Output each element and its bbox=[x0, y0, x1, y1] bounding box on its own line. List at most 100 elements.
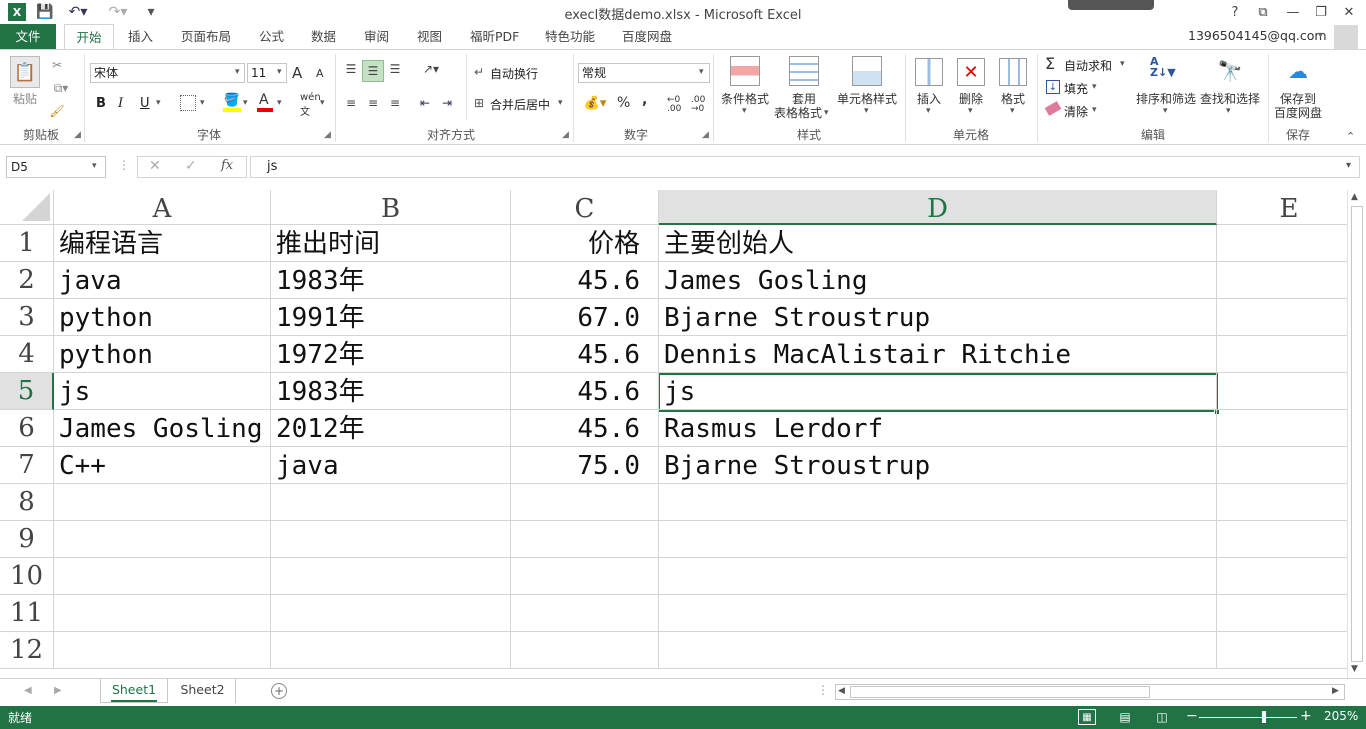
fill-color-icon[interactable]: 🪣 bbox=[223, 93, 241, 108]
scroll-right-icon[interactable]: ▶ bbox=[1332, 686, 1339, 696]
align-middle-icon[interactable]: ☰ bbox=[362, 60, 384, 82]
normal-view-icon[interactable]: ▦ bbox=[1078, 709, 1096, 725]
cell-e4[interactable] bbox=[1217, 336, 1347, 373]
bold-button[interactable]: B bbox=[96, 96, 106, 111]
italic-button[interactable]: I bbox=[118, 96, 123, 111]
cell-c8[interactable] bbox=[511, 484, 659, 521]
number-launcher-icon[interactable]: ◢ bbox=[702, 130, 709, 140]
comma-style-button[interactable]: , bbox=[642, 92, 647, 108]
decrease-indent-icon[interactable]: ⇤ bbox=[416, 94, 434, 112]
prev-sheet-icon[interactable]: ◀ bbox=[24, 685, 32, 696]
cell-b8[interactable] bbox=[271, 484, 511, 521]
format-as-table-line2[interactable]: 表格格式 bbox=[772, 106, 824, 120]
cell-d5[interactable]: js bbox=[659, 373, 1217, 410]
underline-dropdown-icon[interactable]: ▾ bbox=[156, 98, 161, 108]
vertical-scroll-thumb[interactable] bbox=[1351, 206, 1363, 662]
phonetic-dropdown-icon[interactable]: ▾ bbox=[320, 98, 325, 108]
column-header-d[interactable]: D bbox=[659, 190, 1217, 225]
horizontal-scrollbar[interactable]: ◀ ▶ bbox=[835, 684, 1345, 700]
align-center-icon[interactable]: ≡ bbox=[364, 94, 382, 112]
cell-d11[interactable] bbox=[659, 595, 1217, 632]
number-format-select[interactable]: 常规 bbox=[578, 63, 710, 83]
cell-styles-dropdown-icon[interactable]: ▾ bbox=[864, 106, 869, 116]
tab-foxit-pdf[interactable]: 福昕PDF bbox=[464, 24, 525, 49]
cell-b1[interactable]: 推出时间 bbox=[271, 225, 511, 262]
cell-b2[interactable]: 1983年 bbox=[271, 262, 511, 299]
row-header-11[interactable]: 11 bbox=[0, 595, 54, 632]
zoom-out-icon[interactable]: − bbox=[1186, 708, 1198, 724]
name-box[interactable]: D5 bbox=[6, 156, 106, 178]
cell-a4[interactable]: python bbox=[54, 336, 271, 373]
format-cells-icon[interactable] bbox=[999, 58, 1027, 86]
cell-e3[interactable] bbox=[1217, 299, 1347, 336]
cell-c2[interactable]: 45.6 bbox=[511, 262, 659, 299]
column-header-e[interactable]: E bbox=[1217, 190, 1347, 225]
sort-filter-dropdown-icon[interactable]: ▾ bbox=[1163, 106, 1168, 116]
font-color-dropdown-icon[interactable]: ▾ bbox=[277, 98, 282, 108]
paste-button[interactable]: 粘贴 bbox=[10, 92, 40, 106]
cell-e7[interactable] bbox=[1217, 447, 1347, 484]
close-icon[interactable]: ✕ bbox=[1336, 2, 1362, 22]
cell-b6[interactable]: 2012年 bbox=[271, 410, 511, 447]
name-box-dropdown-icon[interactable]: ▾ bbox=[92, 161, 97, 171]
font-color-button[interactable]: A bbox=[259, 92, 269, 108]
row-header-4[interactable]: 4 bbox=[0, 336, 54, 373]
row-header-10[interactable]: 10 bbox=[0, 558, 54, 595]
save-to-baidu-line2[interactable]: 百度网盘 bbox=[1270, 106, 1326, 120]
percent-style-button[interactable]: % bbox=[617, 95, 630, 111]
select-all-corner[interactable] bbox=[0, 190, 54, 225]
tab-review[interactable]: 审阅 bbox=[358, 24, 395, 49]
tab-features[interactable]: 特色功能 bbox=[539, 24, 601, 49]
find-select-icon[interactable]: 🔭 bbox=[1216, 58, 1244, 84]
collapse-ribbon-icon[interactable]: ⌃ bbox=[1346, 130, 1355, 143]
increase-indent-icon[interactable]: ⇥ bbox=[438, 94, 456, 112]
font-name-select[interactable]: 宋体 bbox=[90, 63, 245, 83]
column-header-c[interactable]: C bbox=[511, 190, 659, 225]
cell-b4[interactable]: 1972年 bbox=[271, 336, 511, 373]
cell-c4[interactable]: 45.6 bbox=[511, 336, 659, 373]
tab-page-layout[interactable]: 页面布局 bbox=[175, 24, 237, 49]
row-header-1[interactable]: 1 bbox=[0, 225, 54, 262]
cell-c10[interactable] bbox=[511, 558, 659, 595]
tab-splitter-icon[interactable]: ⋮ bbox=[817, 683, 829, 697]
cell-b7[interactable]: java bbox=[271, 447, 511, 484]
toolbar-handle[interactable] bbox=[1068, 0, 1154, 10]
tab-file[interactable]: 文件 bbox=[0, 24, 56, 49]
fill-button[interactable]: 填充 bbox=[1064, 80, 1088, 97]
cell-a3[interactable]: python bbox=[54, 299, 271, 336]
font-launcher-icon[interactable]: ◢ bbox=[324, 130, 331, 140]
add-sheet-icon[interactable]: + bbox=[271, 683, 287, 699]
wrap-text-icon[interactable]: ↵ bbox=[471, 64, 487, 80]
cancel-icon[interactable]: ✕ bbox=[149, 158, 161, 174]
vertical-scrollbar[interactable]: ▲ ▼ bbox=[1347, 190, 1366, 678]
cell-d12[interactable] bbox=[659, 632, 1217, 669]
tab-insert[interactable]: 插入 bbox=[122, 24, 159, 49]
cell-a10[interactable] bbox=[54, 558, 271, 595]
format-cells-button[interactable]: 格式 bbox=[996, 92, 1030, 106]
account-email[interactable]: 1396504145@qq.com bbox=[1188, 28, 1327, 43]
cell-c11[interactable] bbox=[511, 595, 659, 632]
cell-d9[interactable] bbox=[659, 521, 1217, 558]
cell-a1[interactable]: 编程语言 bbox=[54, 225, 271, 262]
row-header-5[interactable]: 5 bbox=[0, 373, 54, 410]
worksheet-grid[interactable]: A B C D E 1 编程语言 推出时间 价格 主要创始人 2 java 1983年 45.6… bbox=[0, 190, 1347, 678]
phonetic-icon[interactable]: wén 文 bbox=[300, 92, 321, 118]
cell-d8[interactable] bbox=[659, 484, 1217, 521]
zoom-level[interactable]: 205% bbox=[1324, 709, 1358, 723]
cell-c6[interactable]: 45.6 bbox=[511, 410, 659, 447]
cell-b10[interactable] bbox=[271, 558, 511, 595]
alignment-launcher-icon[interactable]: ◢ bbox=[562, 130, 569, 140]
insert-dropdown-icon[interactable]: ▾ bbox=[926, 106, 931, 116]
cell-e9[interactable] bbox=[1217, 521, 1347, 558]
clear-button[interactable]: 清除 bbox=[1064, 103, 1088, 120]
tab-data[interactable]: 数据 bbox=[305, 24, 342, 49]
cell-styles-icon[interactable] bbox=[852, 56, 882, 86]
cell-d10[interactable] bbox=[659, 558, 1217, 595]
cell-d4[interactable]: Dennis MacAlistair Ritchie bbox=[659, 336, 1217, 373]
page-layout-view-icon[interactable]: ▤ bbox=[1117, 709, 1133, 725]
tab-baidu-netdisk[interactable]: 百度网盘 bbox=[616, 24, 678, 49]
align-bottom-icon[interactable]: ☰ bbox=[386, 60, 404, 78]
cell-a2[interactable]: java bbox=[54, 262, 271, 299]
format-as-table-dropdown-icon[interactable]: ▾ bbox=[824, 108, 829, 118]
cell-styles-button[interactable]: 单元格样式 bbox=[834, 92, 900, 106]
